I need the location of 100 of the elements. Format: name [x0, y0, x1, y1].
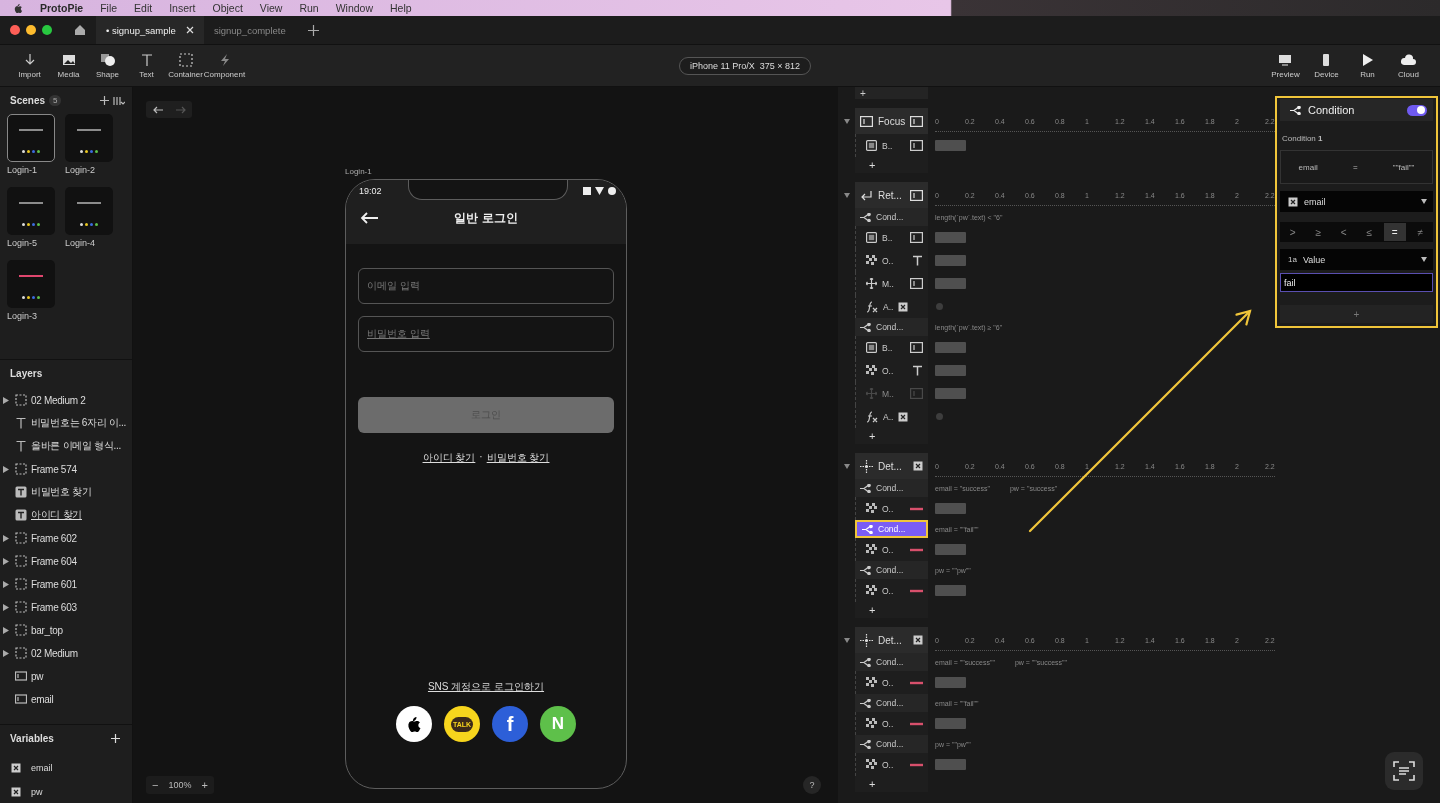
find-password-link[interactable]: 비밀번호 찾기 — [486, 451, 550, 465]
condition-item[interactable]: Cond... — [855, 208, 928, 226]
menu-item[interactable]: Help — [390, 2, 412, 14]
value-input[interactable]: fail — [1280, 273, 1433, 292]
response-item[interactable]: A.. — [855, 295, 928, 318]
add-response-button[interactable]: + — [855, 428, 928, 444]
operator-option[interactable]: = — [1383, 223, 1406, 241]
response-item[interactable]: O.. — [855, 712, 928, 735]
apple-login-button[interactable] — [396, 706, 432, 742]
operator-option[interactable]: < — [1332, 223, 1355, 241]
response-item[interactable]: O.. — [855, 671, 928, 694]
layer-item[interactable]: 비밀번호는 6자리 이... — [0, 411, 132, 435]
value-type-dropdown[interactable]: 1a Value — [1280, 249, 1433, 270]
operator-option[interactable]: > — [1281, 223, 1304, 241]
layer-item[interactable]: Frame 604 — [0, 549, 132, 573]
add-condition-button[interactable]: + — [1280, 305, 1433, 323]
minimize-window-button[interactable] — [26, 25, 36, 35]
variable-item[interactable]: email — [0, 756, 59, 780]
menu-item[interactable]: Window — [335, 2, 374, 14]
response-item[interactable]: B.. — [855, 226, 928, 249]
scene-item[interactable]: Login-2 — [65, 114, 123, 175]
toolbar-button[interactable]: Container — [168, 52, 203, 79]
menu-item[interactable]: Edit — [134, 2, 153, 14]
password-field[interactable]: 비밀번호 입력 — [358, 316, 614, 352]
condition-item[interactable]: Cond... — [855, 653, 928, 671]
plus-icon[interactable] — [100, 96, 109, 105]
add-response-button[interactable]: + — [855, 87, 928, 99]
response-item[interactable]: A.. — [855, 405, 928, 428]
home-icon[interactable] — [74, 24, 86, 36]
collapse-icon[interactable] — [843, 463, 850, 469]
toolbar-button[interactable]: Media — [51, 52, 86, 79]
menu-item[interactable]: Insert — [169, 2, 196, 14]
response-item[interactable]: O.. — [855, 497, 928, 520]
add-response-button[interactable]: + — [855, 602, 928, 618]
layer-item[interactable]: Frame 602 — [0, 526, 132, 550]
response-item[interactable]: O.. — [855, 249, 928, 272]
operator-option[interactable]: ≥ — [1307, 223, 1330, 241]
trigger-item[interactable]: Ret... — [855, 182, 928, 208]
operator-option[interactable]: ≠ — [1409, 223, 1432, 241]
close-window-button[interactable] — [10, 25, 20, 35]
scene-item[interactable]: Login-4 — [65, 187, 123, 248]
condition-item[interactable]: Cond... — [855, 520, 928, 538]
layer-item[interactable]: pw — [0, 664, 132, 688]
layer-item[interactable]: Frame 603 — [0, 595, 132, 619]
trigger-item[interactable]: Det... — [855, 627, 928, 653]
layer-item[interactable]: Frame 601 — [0, 572, 132, 596]
condition-item[interactable]: Cond... — [855, 561, 928, 579]
trigger-item[interactable]: Det... — [855, 453, 928, 479]
app-name[interactable]: ProtoPie — [40, 2, 84, 14]
layer-item[interactable]: email — [0, 687, 132, 711]
email-field[interactable]: 이메일 입력 — [358, 268, 614, 304]
toolbar-button[interactable]: Cloud — [1391, 52, 1426, 79]
toolbar-button[interactable]: Device — [1309, 52, 1344, 79]
layout-icon[interactable] — [113, 95, 125, 106]
collapse-icon[interactable] — [843, 637, 850, 643]
condition-item[interactable]: Cond... — [855, 735, 928, 753]
layer-item[interactable]: 02 Medium — [0, 641, 132, 665]
variable-item[interactable]: pw — [0, 780, 49, 803]
response-item[interactable]: O.. — [855, 753, 928, 776]
layer-item[interactable]: 올바른 이메일 형식... — [0, 434, 132, 458]
help-button[interactable]: ? — [803, 776, 821, 794]
toolbar-button[interactable]: Shape — [90, 52, 125, 79]
toolbar-button[interactable]: Import — [12, 52, 47, 79]
scene-item[interactable]: Login-3 — [7, 260, 65, 321]
scan-button[interactable] — [1385, 752, 1423, 790]
collapse-icon[interactable] — [843, 192, 850, 198]
back-icon[interactable] — [152, 105, 163, 114]
collapse-icon[interactable] — [843, 118, 850, 124]
layer-item[interactable]: 아이디 찾기 — [0, 503, 132, 527]
layer-item[interactable]: Frame 574 — [0, 457, 132, 481]
condition-item[interactable]: Cond... — [855, 479, 928, 497]
menu-item[interactable]: View — [259, 2, 283, 14]
scene-item[interactable]: Login-1 — [7, 114, 65, 175]
toolbar-button[interactable]: Preview — [1268, 52, 1303, 79]
trigger-item[interactable]: Focus — [855, 108, 928, 134]
response-item[interactable]: B.. — [855, 134, 928, 157]
response-item[interactable]: B.. — [855, 336, 928, 359]
document-tab[interactable]: • signup_sample — [96, 16, 204, 44]
layer-item[interactable]: 비밀번호 찾기 — [0, 480, 132, 504]
plus-icon[interactable] — [307, 24, 319, 36]
response-item[interactable]: O.. — [855, 359, 928, 382]
variable-dropdown[interactable]: email — [1280, 191, 1433, 212]
facebook-login-button[interactable]: f — [492, 706, 528, 742]
menu-item[interactable]: Run — [299, 2, 319, 14]
back-arrow-icon[interactable] — [360, 212, 378, 224]
operator-option[interactable]: ≤ — [1358, 223, 1381, 241]
add-response-button[interactable]: + — [855, 776, 928, 792]
toolbar-button[interactable]: Run — [1350, 52, 1385, 79]
layer-item[interactable]: 02 Medium 2 — [0, 388, 132, 412]
add-response-button[interactable]: + — [855, 157, 928, 173]
response-item[interactable]: O.. — [855, 538, 928, 561]
layer-item[interactable]: bar_top — [0, 618, 132, 642]
document-tab[interactable]: signup_complete — [203, 16, 296, 44]
toolbar-button[interactable]: Text — [129, 52, 164, 79]
enable-toggle[interactable] — [1407, 104, 1427, 116]
device-selector[interactable]: iPhone 11 Pro/X 375 × 812 — [678, 56, 812, 75]
zoom-out-button[interactable]: − — [152, 779, 159, 791]
find-id-link[interactable]: 아이디 찾기 — [422, 451, 476, 465]
response-item[interactable]: M.. — [855, 272, 928, 295]
condition-item[interactable]: Cond... — [855, 318, 928, 336]
